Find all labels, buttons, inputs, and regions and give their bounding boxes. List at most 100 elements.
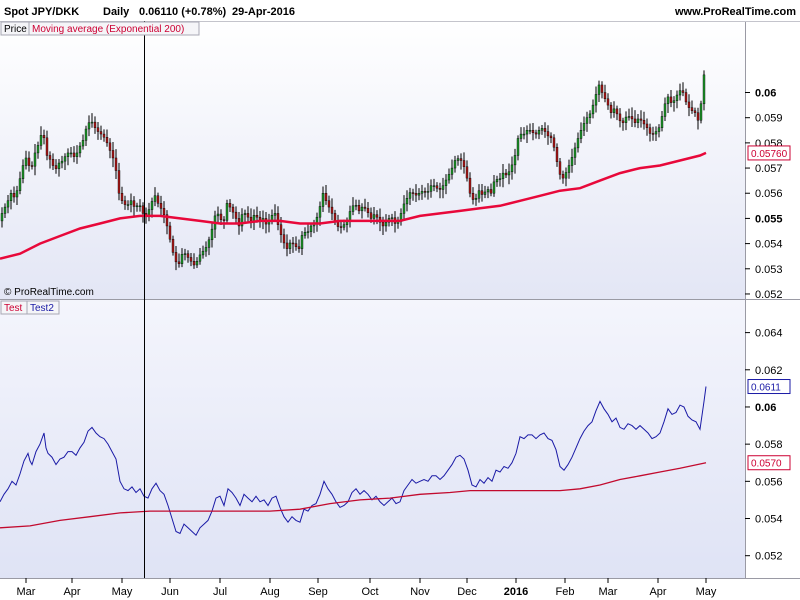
chart-canvas: Spot JPY/DKK Daily 0.06110 (+0.78%) 29-A… xyxy=(0,0,800,598)
candle-body xyxy=(465,166,469,179)
candle-body xyxy=(27,157,31,166)
indicator-panel[interactable] xyxy=(0,300,745,578)
candle-body xyxy=(288,242,292,249)
instrument-label: Spot JPY/DKK xyxy=(4,6,79,18)
candle-body xyxy=(57,162,61,169)
candle-body xyxy=(450,167,454,175)
candle-body xyxy=(423,191,427,193)
candle-body xyxy=(372,214,376,219)
candle-body xyxy=(513,155,517,166)
candle-body xyxy=(519,133,523,139)
y-tick-label: 0.062 xyxy=(755,365,783,377)
candle-body xyxy=(333,213,337,222)
candle-body xyxy=(354,204,358,207)
candle-body xyxy=(498,178,502,180)
candle-body xyxy=(429,185,433,192)
candle-body xyxy=(162,208,166,215)
x-tick-label: Dec xyxy=(457,586,477,598)
candle-body xyxy=(363,206,367,209)
candle-body xyxy=(234,211,238,219)
candle-body xyxy=(516,138,520,156)
y-tick-label: 0.054 xyxy=(755,239,783,251)
candle-body xyxy=(459,158,463,161)
candle-body xyxy=(588,113,592,118)
candle-body xyxy=(606,98,610,106)
x-tick-label: Mar xyxy=(17,586,36,598)
candle-body xyxy=(621,120,625,123)
candle-body xyxy=(60,160,64,164)
candle-body xyxy=(609,104,613,113)
candle-body xyxy=(78,145,82,154)
candle-body xyxy=(90,121,94,124)
candle-body xyxy=(153,195,157,202)
candle-body xyxy=(591,104,595,115)
candle-body xyxy=(303,232,307,236)
price-panel[interactable] xyxy=(0,21,745,299)
candle-body xyxy=(693,110,697,113)
candle-body xyxy=(318,206,322,218)
candle-body xyxy=(15,190,19,198)
candle-body xyxy=(339,226,343,228)
candle-body xyxy=(120,193,124,201)
candle-body xyxy=(669,96,673,103)
candle-body xyxy=(360,206,364,212)
candle-body xyxy=(681,90,685,93)
candle-body xyxy=(585,117,589,124)
candle-body xyxy=(537,130,541,135)
candle-body xyxy=(357,204,361,212)
candle-body xyxy=(555,147,559,162)
candle-body xyxy=(9,193,13,201)
candle-body xyxy=(489,189,493,194)
x-tick-label: 2016 xyxy=(504,586,528,598)
candle-body xyxy=(141,205,145,214)
candle-body xyxy=(21,165,25,179)
candle-body xyxy=(432,185,436,187)
candle-body xyxy=(522,133,526,136)
candle-body xyxy=(108,142,112,151)
candle-body xyxy=(453,160,457,169)
candle-body xyxy=(3,206,7,214)
candle-body xyxy=(252,215,256,222)
candle-body xyxy=(525,130,529,135)
candle-body xyxy=(291,242,295,245)
candle-body xyxy=(180,254,184,264)
candle-body xyxy=(375,214,379,218)
candle-body xyxy=(279,224,283,235)
candle-body xyxy=(207,239,211,248)
candle-body xyxy=(411,192,415,194)
candle-body xyxy=(420,191,424,194)
x-tick-label: Sep xyxy=(308,586,328,598)
candle-body xyxy=(618,113,622,122)
candle-body xyxy=(246,213,250,218)
y-tick-label: 0.056 xyxy=(755,476,783,488)
candle-body xyxy=(426,191,430,193)
candle-body xyxy=(273,213,277,216)
candle-body xyxy=(549,135,553,139)
candle-body xyxy=(306,231,310,233)
candle-body xyxy=(504,172,508,176)
y-tick-label: 0.057 xyxy=(755,163,783,175)
candle-body xyxy=(129,200,133,205)
candle-body xyxy=(507,171,511,176)
candle-body xyxy=(12,193,16,198)
candle-body xyxy=(171,238,175,253)
y-tick-label: 0.064 xyxy=(755,328,783,340)
y-tick-label: 0.053 xyxy=(755,264,783,276)
site-label[interactable]: www.ProRealTime.com xyxy=(674,6,796,18)
candle-body xyxy=(642,120,646,125)
candle-body xyxy=(495,179,499,183)
legend-ema: Moving average (Exponential 200) xyxy=(32,24,184,35)
candle-body xyxy=(531,130,535,133)
candle-body xyxy=(384,221,388,227)
candle-body xyxy=(696,112,700,121)
candle-body xyxy=(366,208,370,213)
candle-body xyxy=(645,123,649,128)
y-tick-label: 0.06 xyxy=(755,402,776,414)
candle-body xyxy=(96,127,100,132)
candle-body xyxy=(624,116,628,123)
candle-body xyxy=(348,211,352,222)
period-label: Daily xyxy=(103,6,130,18)
candle-body xyxy=(18,178,22,191)
candle-body xyxy=(183,253,187,255)
candle-body xyxy=(192,261,196,266)
